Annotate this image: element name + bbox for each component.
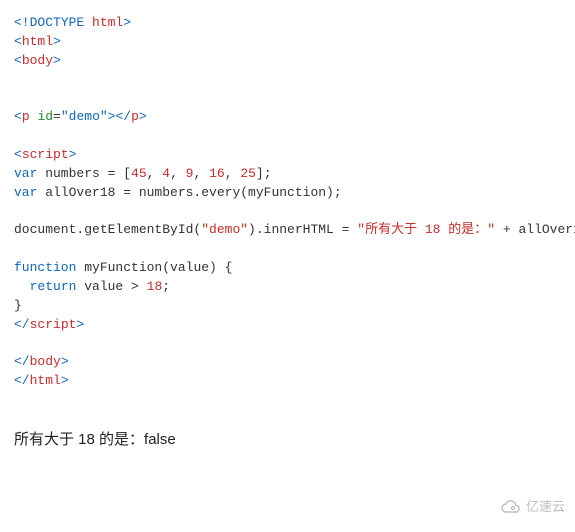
code-block: <!DOCTYPE html> <html> <body> <p id="dem… <box>14 14 561 391</box>
code-token: body <box>30 354 61 369</box>
code-token: 25 <box>240 166 256 181</box>
code-token: return <box>30 279 77 294</box>
code-token: html <box>92 15 123 30</box>
code-token: 4 <box>162 166 170 181</box>
code-token: <!DOCTYPE <box>14 15 92 30</box>
code-token: = <box>53 109 61 124</box>
code-token <box>14 279 30 294</box>
watermark-label: 亿速云 <box>526 498 565 517</box>
code-token: ).innerHTML = <box>248 222 357 237</box>
code-token: < <box>14 147 22 162</box>
code-token: body <box>22 53 53 68</box>
code-token: numbers = [ <box>37 166 131 181</box>
code-token: > <box>53 53 61 68</box>
code-token: "demo" <box>201 222 248 237</box>
code-token: > <box>139 109 147 124</box>
code-token: allOver18 = numbers.every(myFunction); <box>37 185 341 200</box>
code-token: , <box>147 166 163 181</box>
code-token: > <box>61 373 69 388</box>
code-token: > <box>61 354 69 369</box>
code-token: var <box>14 185 37 200</box>
code-token: html <box>30 373 61 388</box>
watermark: 亿速云 <box>500 498 565 517</box>
code-token: "demo" <box>61 109 108 124</box>
code-token: , <box>193 166 209 181</box>
code-token: ]; <box>256 166 272 181</box>
code-token: </ <box>14 373 30 388</box>
code-token: , <box>170 166 186 181</box>
code-token: "所有大于 18 的是：" <box>357 222 495 237</box>
code-token: } <box>14 298 22 313</box>
code-token: document.getElementById( <box>14 222 201 237</box>
code-token: script <box>30 317 77 332</box>
code-token: > <box>123 15 131 30</box>
code-token: p <box>22 109 30 124</box>
output-text: 所有大于 18 的是：false <box>14 429 561 511</box>
code-token: > <box>76 317 84 332</box>
code-token: < <box>14 53 22 68</box>
code-token: > <box>53 34 61 49</box>
code-token: function <box>14 260 76 275</box>
code-token: < <box>14 109 22 124</box>
code-token: id <box>37 109 53 124</box>
code-token: var <box>14 166 37 181</box>
code-token: value > <box>76 279 146 294</box>
code-token: ></ <box>108 109 131 124</box>
cloud-icon <box>500 500 522 514</box>
code-token: ; <box>162 279 170 294</box>
code-token: , <box>225 166 241 181</box>
code-token: </ <box>14 354 30 369</box>
code-token: 16 <box>209 166 225 181</box>
code-token: 18 <box>147 279 163 294</box>
code-token: script <box>22 147 69 162</box>
code-token: </ <box>14 317 30 332</box>
code-token: 45 <box>131 166 147 181</box>
code-token: > <box>69 147 77 162</box>
code-token: html <box>22 34 53 49</box>
code-token: p <box>131 109 139 124</box>
code-token: < <box>14 34 22 49</box>
code-token: myFunction(value) { <box>76 260 232 275</box>
code-token: + allOver18; <box>495 222 575 237</box>
